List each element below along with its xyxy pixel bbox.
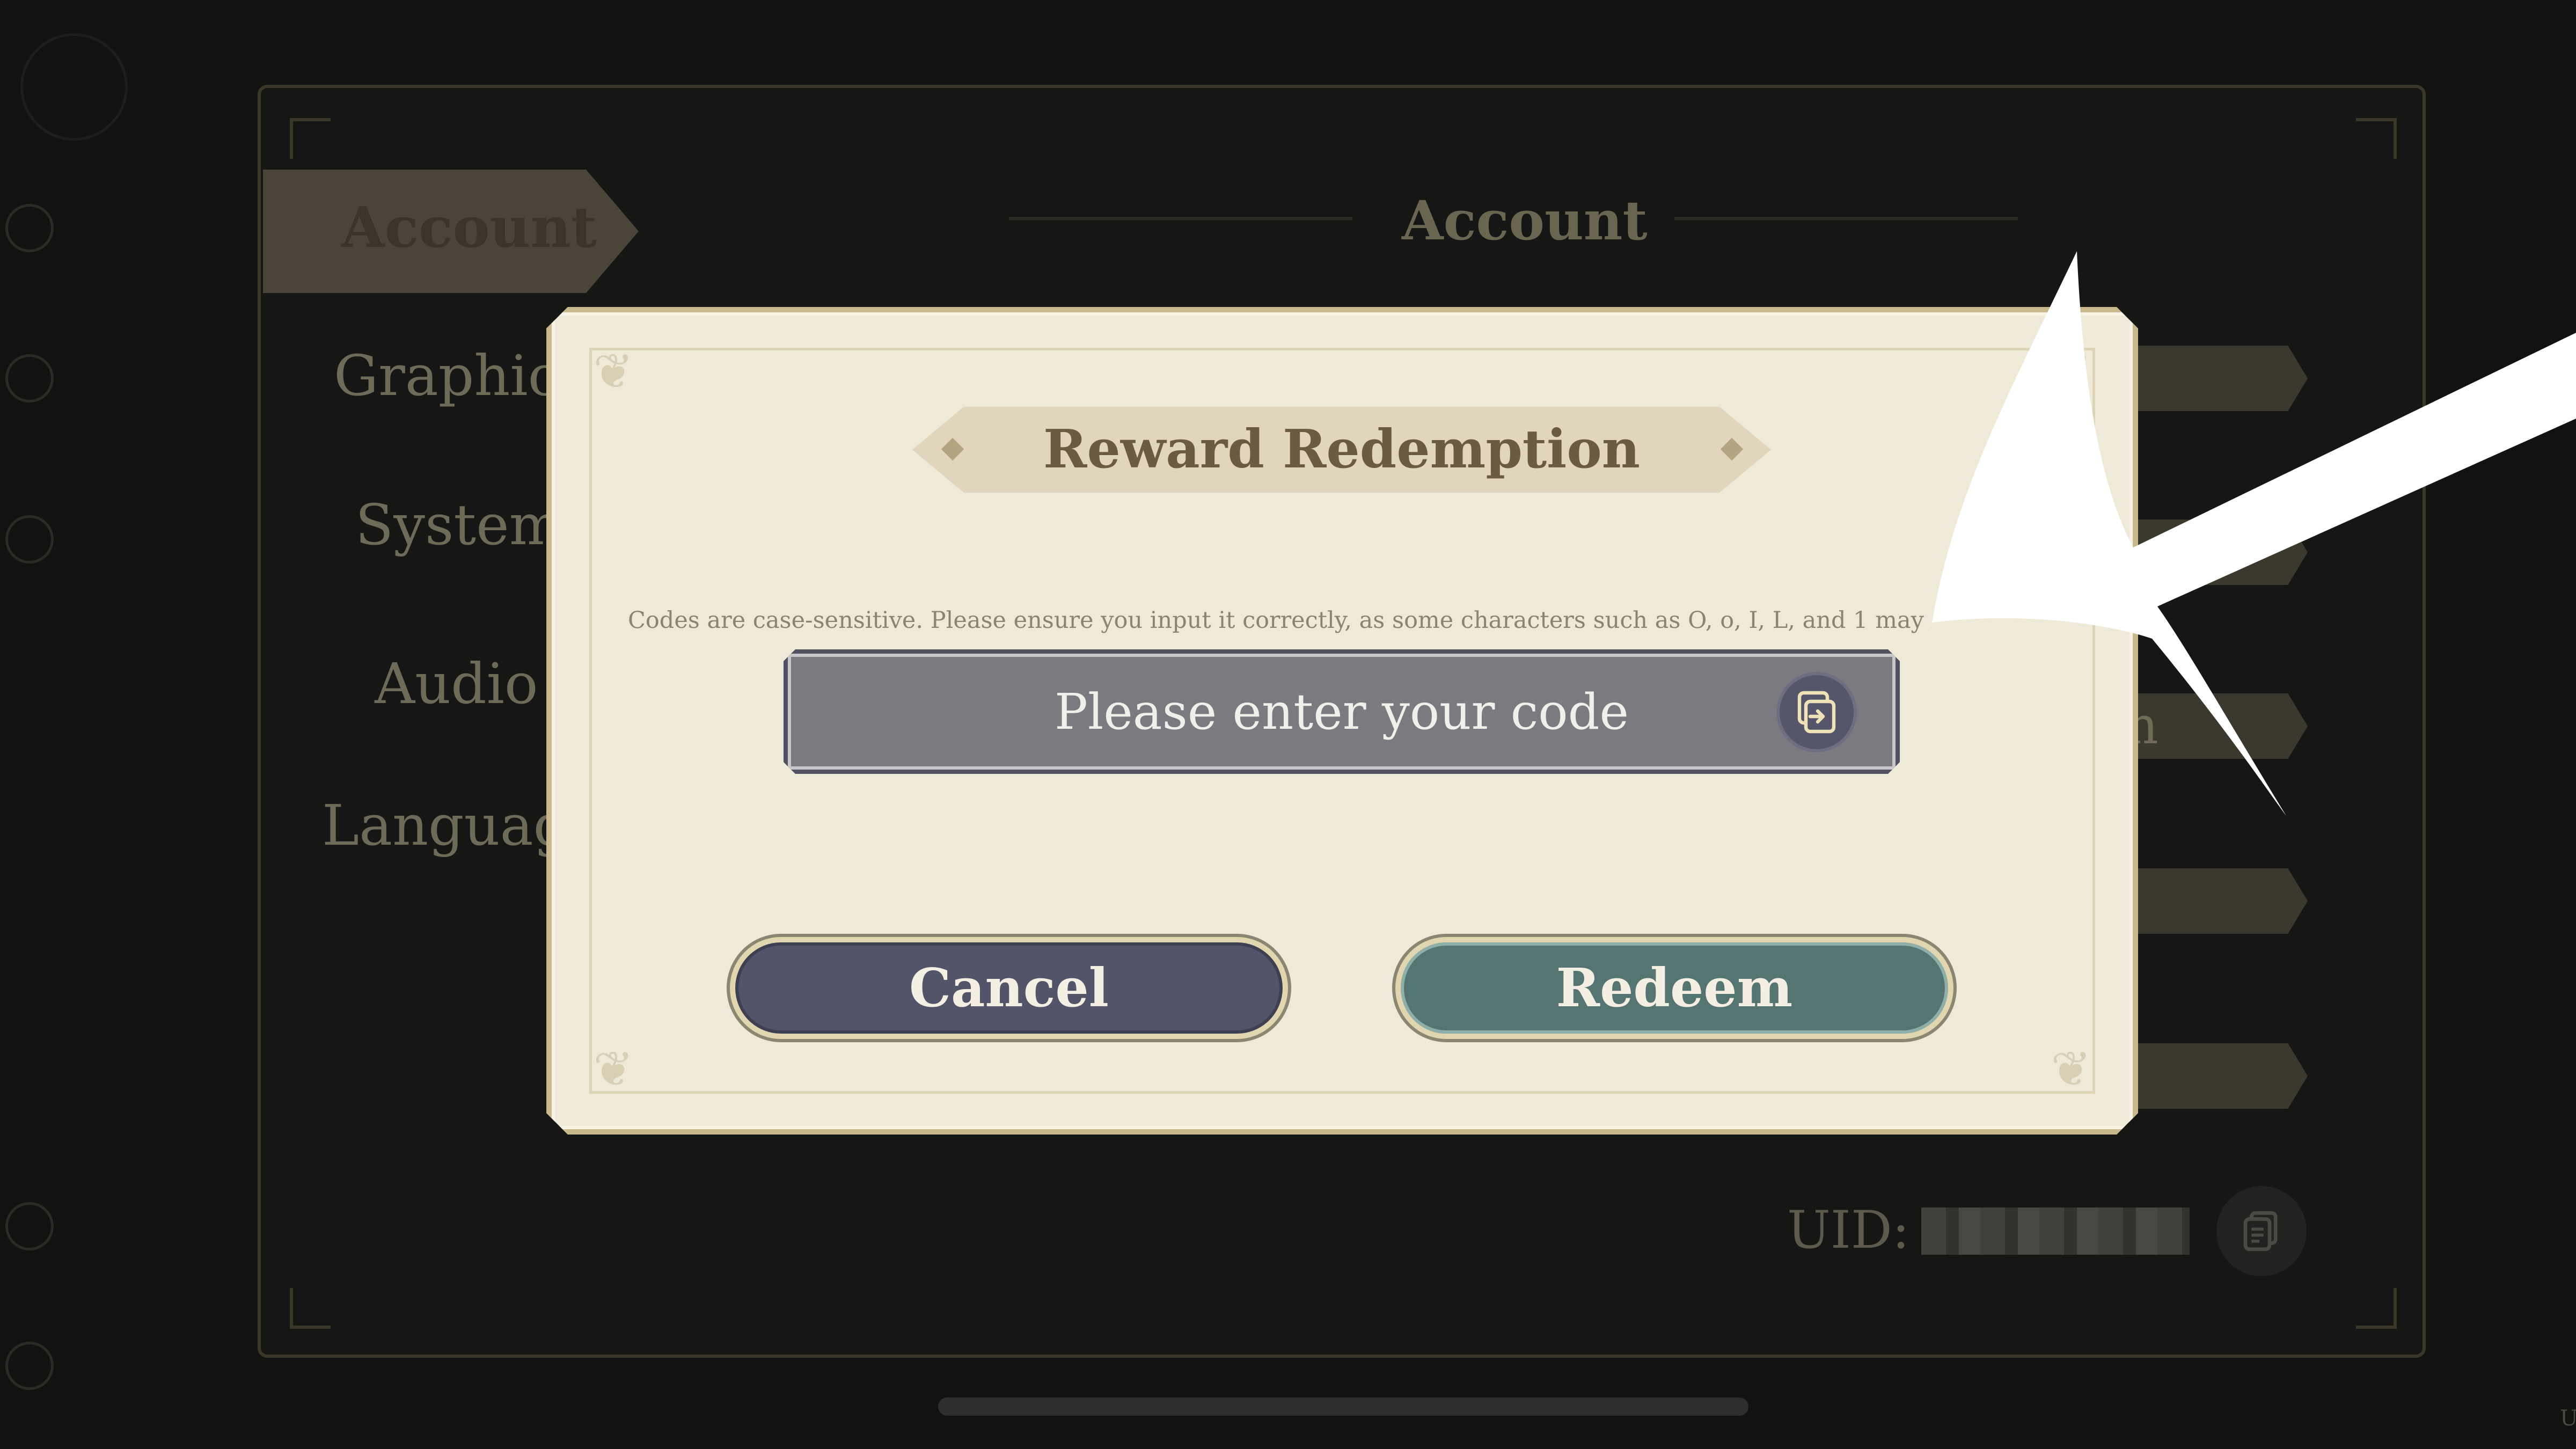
- corner-ornament-icon: ❦: [2051, 343, 2091, 400]
- frame-corner-ornament: [290, 118, 331, 159]
- section-title-ornament-right: [1674, 217, 2018, 220]
- case-sensitivity-notice: Codes are case-sensitive. Please ensure …: [628, 607, 1932, 634]
- bell-icon[interactable]: [5, 354, 54, 402]
- corner-ornament-icon: ❦: [593, 343, 634, 400]
- top-left-icon[interactable]: [20, 33, 128, 141]
- frame-corner-ornament: [2356, 1288, 2397, 1329]
- gear-icon[interactable]: [5, 1342, 54, 1390]
- sidebar-item-audio[interactable]: Audio: [375, 656, 538, 712]
- inbox-icon[interactable]: [5, 515, 54, 564]
- redeem-button[interactable]: Redeem: [1395, 937, 1953, 1039]
- corner-ornament-icon: ❦: [593, 1041, 634, 1097]
- uid-value-redacted: [1921, 1208, 2190, 1255]
- home-indicator: [938, 1397, 1748, 1416]
- mail-icon[interactable]: [5, 204, 54, 252]
- exit-icon[interactable]: [5, 1202, 54, 1250]
- paste-button[interactable]: [1776, 672, 1857, 752]
- code-input-placeholder[interactable]: Please enter your code: [784, 649, 1900, 774]
- uid-label: UID:: [1787, 1200, 1910, 1260]
- frame-corner-ornament: [2356, 118, 2397, 159]
- frame-corner-ornament: [290, 1288, 331, 1329]
- section-title-ornament-left: [1009, 217, 1352, 220]
- copy-uid-button[interactable]: [2216, 1186, 2307, 1276]
- sidebar-item-graphics[interactable]: Graphic: [334, 348, 559, 404]
- cancel-button[interactable]: Cancel: [730, 937, 1288, 1039]
- corner-ornament-icon: ❦: [2051, 1041, 2091, 1097]
- sidebar-item-language[interactable]: Languag: [322, 797, 569, 853]
- dialog-title: Reward Redemption: [1043, 419, 1640, 480]
- corner-text: U: [2560, 1406, 2576, 1431]
- paste-icon: [1797, 691, 1836, 734]
- sidebar-item-account[interactable]: Account: [341, 200, 597, 255]
- copy-icon: [2243, 1211, 2278, 1252]
- sidebar-item-system[interactable]: System: [355, 497, 562, 553]
- section-title: Account: [1402, 189, 1648, 252]
